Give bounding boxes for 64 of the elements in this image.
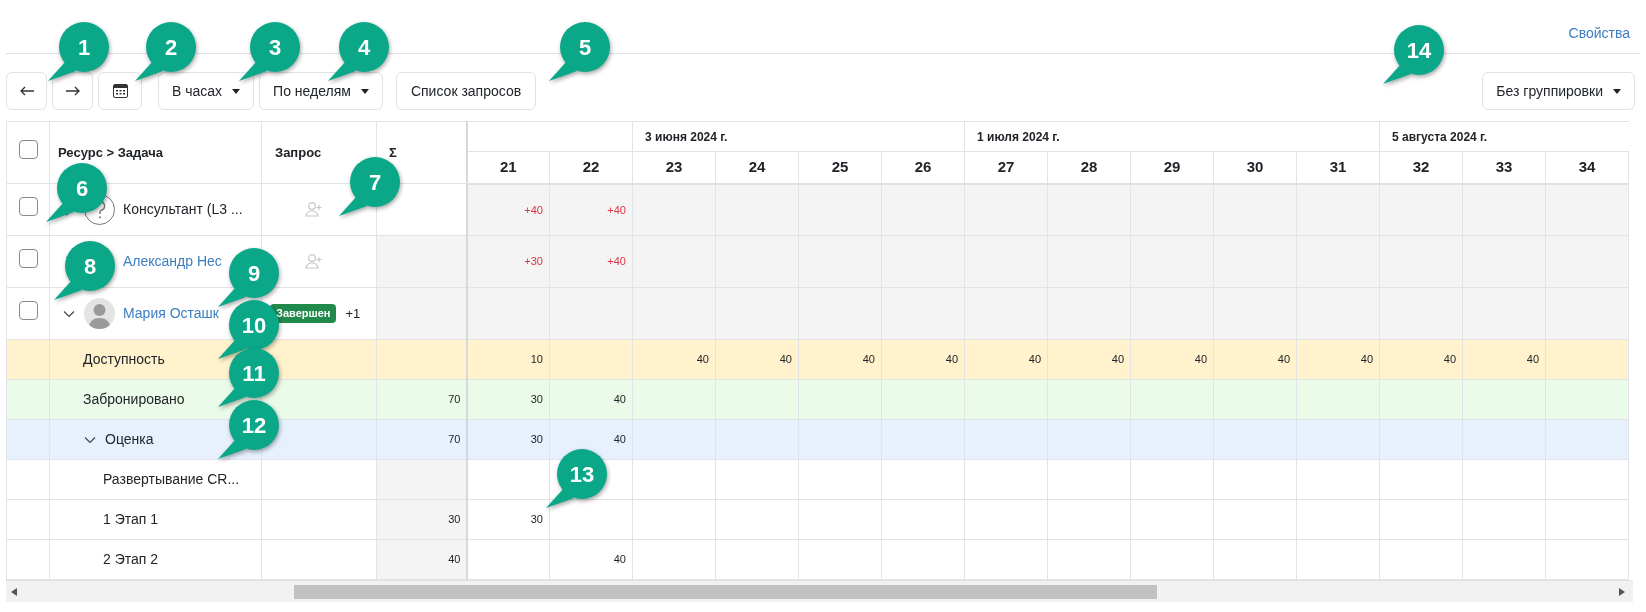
checkbox[interactable] (18, 139, 38, 159)
table-cell: 40 (798, 339, 882, 380)
resource-link[interactable]: Александр Нес (123, 251, 222, 272)
checkbox[interactable] (18, 248, 38, 268)
calendar-icon (112, 84, 128, 98)
table-cell: 40 (881, 339, 965, 380)
month-label: 1 июля 2024 г. (977, 129, 1060, 144)
previous-button[interactable] (6, 72, 47, 110)
caret-down-icon (1613, 88, 1621, 94)
arrow-right-icon (64, 86, 81, 96)
row-label: Доступность (83, 350, 165, 369)
table-cell: 40 (632, 339, 716, 380)
table-cell: 40 (1213, 339, 1297, 380)
task-name: 1 Этап 1 (103, 510, 159, 529)
table-cell: 40 (549, 539, 633, 580)
week-header: 22 (549, 151, 633, 184)
week-header: 34 (1545, 151, 1629, 184)
week-header: 32 (1379, 151, 1463, 184)
week-header: 24 (715, 151, 799, 184)
week-header: 27 (964, 151, 1048, 184)
week-header: 25 (798, 151, 882, 184)
caret-down-icon (360, 88, 369, 94)
count-label: +1 (345, 304, 361, 323)
table-cell: 40 (1462, 339, 1546, 380)
table-cell: 40 (715, 339, 799, 380)
resource-name: Консультант (L3 ... (123, 200, 243, 219)
row-label: Забронировано (83, 390, 185, 409)
table-cell: 40 (964, 339, 1048, 380)
week-header: 21 (466, 151, 550, 184)
week-header: 30 (1213, 151, 1297, 184)
month-label: 3 июня 2024 г. (645, 129, 728, 144)
table-cell: +40 (549, 235, 633, 288)
week-header: 26 (881, 151, 965, 184)
requests-list-button[interactable]: Список запросов (395, 72, 537, 110)
scrollbar-thumb[interactable] (294, 585, 1157, 599)
table-cell: +40 (549, 183, 633, 236)
task-name: Развертывание CR... (103, 470, 240, 489)
table-cell: 40 (1379, 339, 1463, 380)
week-header: 23 (632, 151, 716, 184)
sum-cell: 40 (376, 539, 467, 580)
scroll-left-icon[interactable] (11, 588, 17, 596)
month-label: 5 августа 2024 г. (1392, 129, 1488, 144)
arrow-left-icon (18, 86, 35, 96)
checkbox[interactable] (18, 196, 38, 216)
properties-link[interactable]: Свойства (1568, 23, 1630, 44)
table-cell: 40 (549, 379, 633, 420)
table-cell: +30 (466, 235, 550, 288)
task-name: 2 Этап 2 (103, 550, 159, 569)
table-cell: 40 (1130, 339, 1214, 380)
week-header: 29 (1130, 151, 1214, 184)
table-cell: 40 (1296, 339, 1380, 380)
horizontal-scrollbar[interactable] (6, 580, 1633, 602)
caret-down-icon (232, 88, 241, 94)
scroll-right-icon[interactable] (1619, 588, 1625, 596)
calendar-button[interactable] (98, 72, 142, 110)
week-header: 33 (1462, 151, 1546, 184)
project-name: Оценка (105, 430, 154, 449)
table-cell: +40 (466, 183, 550, 236)
grouping-dropdown[interactable]: Без группировки (1482, 72, 1635, 110)
week-header: 28 (1047, 151, 1131, 184)
sum-cell: 30 (376, 499, 467, 540)
checkbox[interactable] (18, 300, 38, 320)
table-cell: 40 (1047, 339, 1131, 380)
week-header: 31 (1296, 151, 1380, 184)
